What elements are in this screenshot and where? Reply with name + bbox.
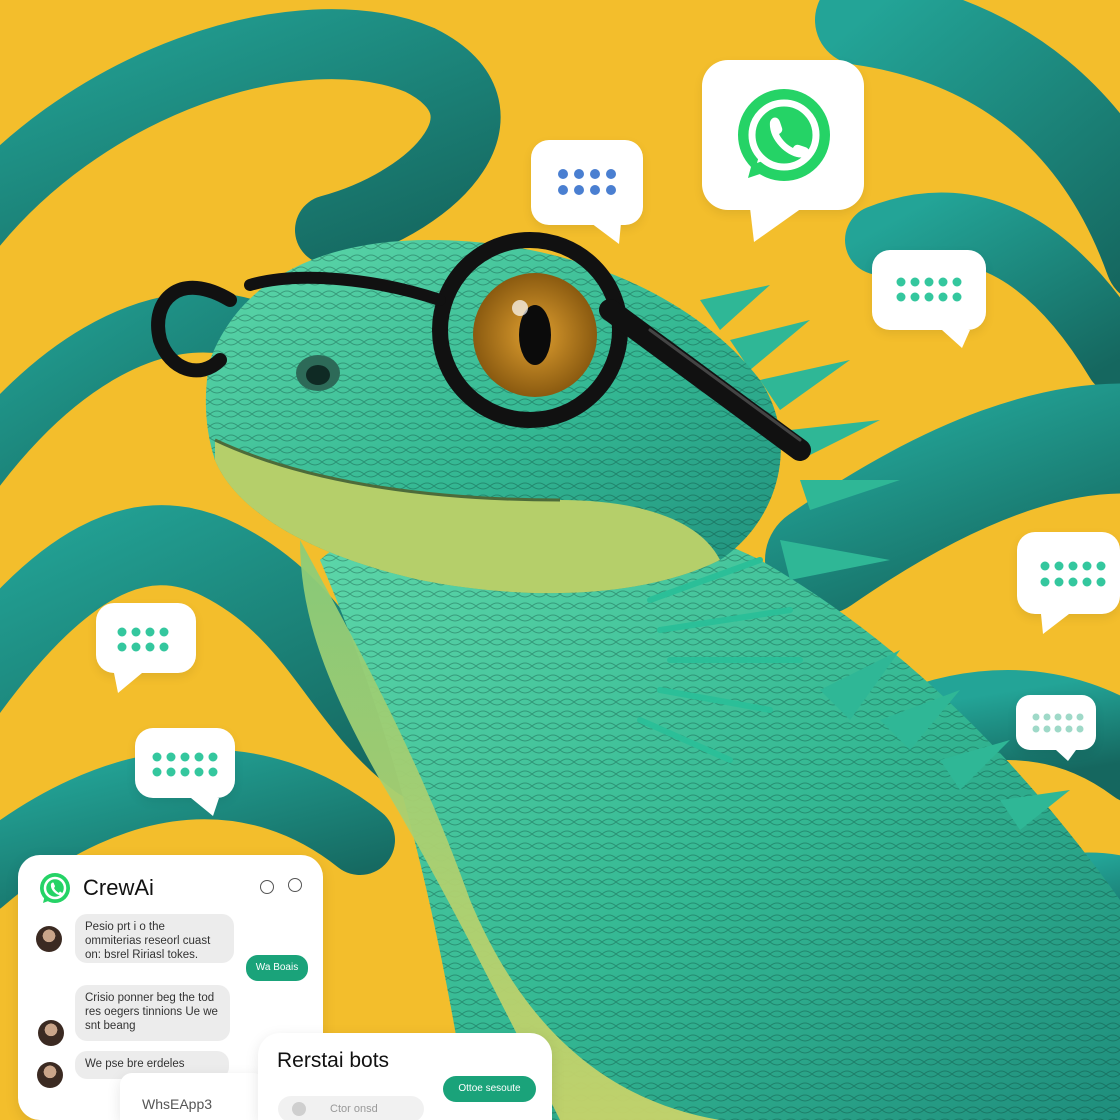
circle-control-icon[interactable]: [288, 878, 302, 892]
avatar-icon: [38, 1020, 64, 1046]
avatar-icon: [36, 926, 62, 952]
bots-action-button[interactable]: Ottoe sesoute: [443, 1076, 536, 1102]
message-bubble: Pesio prt i o the ommiterias reseorl cua…: [75, 914, 234, 963]
bots-search-input[interactable]: Ctor onsd: [278, 1096, 424, 1120]
bots-search-placeholder: Ctor onsd: [330, 1103, 378, 1115]
whatsapp-bubble: [702, 60, 864, 242]
typing-dots-icon: [558, 169, 621, 244]
speech-bubble: [531, 140, 643, 244]
typing-dots-icon: [114, 627, 169, 693]
app-tab-label: WhsEApp3: [142, 1096, 213, 1112]
search-icon: [292, 1102, 306, 1116]
speech-bubble: [96, 603, 196, 693]
avatar-icon: [37, 1062, 63, 1088]
bots-panel: Rerstai bots Ottoe sesoute Ctor onsd: [258, 1033, 552, 1120]
speech-bubble: [1017, 532, 1120, 634]
typing-dots-icon: [152, 752, 219, 816]
typing-dots-icon: [896, 277, 970, 348]
circle-control-icon[interactable]: [260, 880, 274, 894]
whatsapp-icon: [738, 89, 830, 242]
typing-dots-icon: [1032, 713, 1084, 761]
whatsapp-icon: [40, 873, 70, 903]
chat-app-name: CrewAi: [83, 875, 154, 900]
message-bubble: Crisio ponner beg the tod res oegers tin…: [75, 985, 230, 1041]
reply-pill[interactable]: Wa Boais: [246, 955, 308, 981]
speech-bubble: [872, 250, 986, 348]
typing-dots-icon: [1040, 561, 1106, 634]
speech-bubble: [135, 728, 235, 816]
bots-panel-title: Rerstai bots: [277, 1049, 390, 1072]
app-tab-card[interactable]: WhsEApp3: [120, 1073, 265, 1120]
speech-bubble: [1016, 695, 1096, 761]
illustration-scene: CrewAi Pesio prt i o the ommiterias rese…: [0, 0, 1120, 1120]
